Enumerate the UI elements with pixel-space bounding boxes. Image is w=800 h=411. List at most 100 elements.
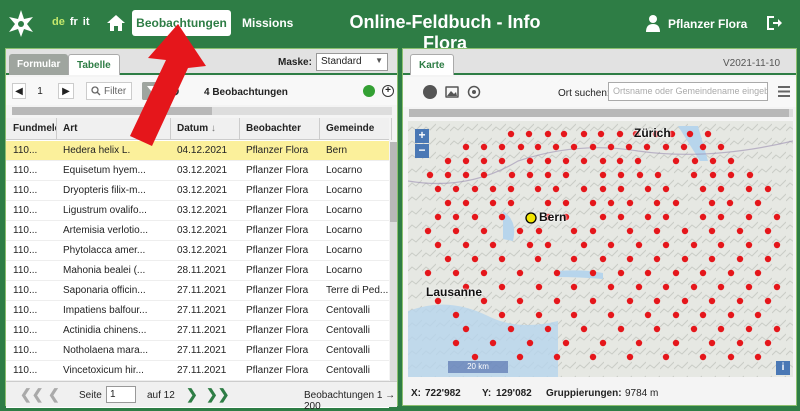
next-page-button[interactable]: ▶: [58, 83, 74, 99]
observation-marker[interactable]: [589, 227, 597, 235]
observation-marker[interactable]: [653, 325, 661, 333]
observation-marker[interactable]: [764, 255, 772, 263]
observation-marker[interactable]: [672, 269, 680, 277]
lang-de[interactable]: de: [52, 16, 65, 28]
observation-marker[interactable]: [662, 213, 670, 221]
table-row[interactable]: 110... Saponaria officin... 27.11.2021 Pfla…: [6, 281, 389, 301]
observation-marker[interactable]: [570, 143, 578, 151]
observation-marker[interactable]: [709, 157, 717, 165]
observation-marker[interactable]: [704, 130, 712, 138]
observation-marker[interactable]: [525, 130, 533, 138]
page-input[interactable]: 1: [106, 386, 136, 403]
observation-marker[interactable]: [717, 283, 725, 291]
observation-marker[interactable]: [607, 241, 615, 249]
observation-marker[interactable]: [616, 130, 624, 138]
observation-marker[interactable]: [745, 283, 753, 291]
zoom-in-button[interactable]: +: [415, 129, 429, 143]
zoom-out-button[interactable]: −: [415, 144, 429, 158]
observation-marker[interactable]: [562, 171, 570, 179]
observation-marker[interactable]: [544, 325, 552, 333]
observation-marker[interactable]: [709, 171, 717, 179]
observation-marker[interactable]: [653, 255, 661, 263]
observation-marker[interactable]: [626, 353, 634, 361]
observation-marker[interactable]: [599, 339, 607, 347]
observation-marker[interactable]: [617, 269, 625, 277]
observation-marker[interactable]: [607, 143, 615, 151]
observation-marker[interactable]: [773, 241, 781, 249]
observation-marker[interactable]: [691, 157, 699, 165]
observation-marker[interactable]: [717, 143, 725, 151]
observation-marker[interactable]: [471, 213, 479, 221]
table-row[interactable]: 110... Equisetum hyem... 03.12.2021 Pflanze…: [6, 161, 389, 181]
lang-it[interactable]: it: [83, 16, 90, 28]
observation-marker[interactable]: [516, 227, 524, 235]
observation-marker[interactable]: [462, 157, 470, 165]
observation-marker[interactable]: [708, 227, 716, 235]
observation-marker[interactable]: [690, 241, 698, 249]
observation-marker[interactable]: [726, 199, 734, 207]
observation-marker[interactable]: [552, 185, 560, 193]
observation-marker[interactable]: [699, 213, 707, 221]
observation-marker[interactable]: [636, 171, 644, 179]
observation-marker[interactable]: [452, 213, 460, 221]
observation-marker[interactable]: [570, 311, 578, 319]
logout-icon[interactable]: [765, 14, 783, 32]
observation-marker[interactable]: [708, 199, 716, 207]
observation-marker[interactable]: [672, 199, 680, 207]
observation-marker[interactable]: [754, 353, 762, 361]
observation-marker[interactable]: [580, 241, 588, 249]
prev-page-button[interactable]: ❮: [48, 386, 60, 403]
observation-marker[interactable]: [480, 227, 488, 235]
observation-marker[interactable]: [517, 143, 525, 151]
observation-marker[interactable]: [686, 130, 694, 138]
observation-marker[interactable]: [699, 353, 707, 361]
column-header-fundmeldung[interactable]: Fundmeld: [9, 118, 57, 140]
observation-marker[interactable]: [452, 339, 460, 347]
observation-marker[interactable]: [589, 269, 597, 277]
observation-marker[interactable]: [727, 353, 735, 361]
observation-marker[interactable]: [480, 269, 488, 277]
observation-marker[interactable]: [507, 325, 515, 333]
observation-marker[interactable]: [434, 241, 442, 249]
observation-marker[interactable]: [653, 227, 661, 235]
observation-marker[interactable]: [597, 130, 605, 138]
selected-marker[interactable]: [525, 212, 537, 224]
observation-marker[interactable]: [644, 185, 652, 193]
observation-marker[interactable]: [626, 297, 634, 305]
observation-marker[interactable]: [745, 213, 753, 221]
observation-marker[interactable]: [599, 255, 607, 263]
observation-marker[interactable]: [498, 157, 506, 165]
observation-marker[interactable]: [626, 255, 634, 263]
observation-marker[interactable]: [489, 339, 497, 347]
observation-marker[interactable]: [626, 199, 634, 207]
location-search-input[interactable]: Ortsname oder Gemeindename eingeben: [608, 82, 768, 101]
observation-marker[interactable]: [498, 283, 506, 291]
observation-marker[interactable]: [746, 171, 754, 179]
observation-marker[interactable]: [607, 283, 615, 291]
observation-marker[interactable]: [662, 283, 670, 291]
observation-marker[interactable]: [626, 227, 634, 235]
observation-marker[interactable]: [754, 199, 762, 207]
observation-marker[interactable]: [516, 297, 524, 305]
observation-marker[interactable]: [773, 213, 781, 221]
observation-marker[interactable]: [480, 157, 488, 165]
info-icon[interactable]: i: [776, 361, 790, 375]
observation-marker[interactable]: [424, 269, 432, 277]
observation-marker[interactable]: [708, 339, 716, 347]
observation-marker[interactable]: [544, 199, 552, 207]
observation-marker[interactable]: [745, 185, 753, 193]
observation-marker[interactable]: [635, 241, 643, 249]
observation-marker[interactable]: [672, 339, 680, 347]
tab-formular[interactable]: Formular: [9, 54, 69, 75]
observation-marker[interactable]: [635, 283, 643, 291]
observation-marker[interactable]: [764, 297, 772, 305]
add-observation-icon[interactable]: +: [382, 85, 394, 97]
observation-marker[interactable]: [535, 227, 543, 235]
observation-marker[interactable]: [690, 283, 698, 291]
observation-marker[interactable]: [544, 130, 552, 138]
user-icon[interactable]: [645, 14, 661, 32]
observation-marker[interactable]: [681, 297, 689, 305]
observation-marker[interactable]: [634, 157, 642, 165]
observation-marker[interactable]: [764, 339, 772, 347]
layers-icon[interactable]: [423, 85, 437, 99]
